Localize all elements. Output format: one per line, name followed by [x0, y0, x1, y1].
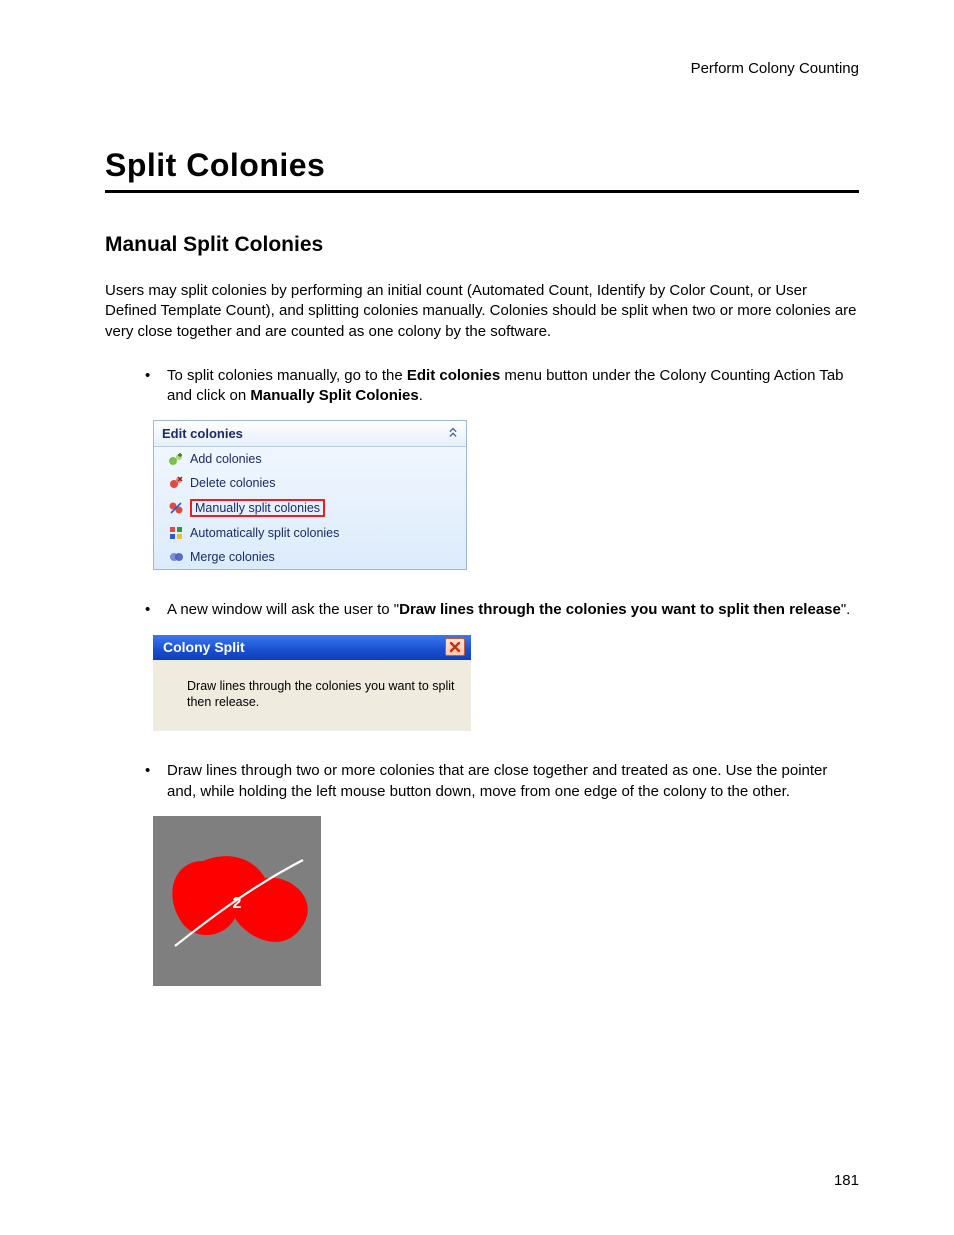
dialog-title-text: Colony Split — [163, 639, 245, 655]
panel-item-delete[interactable]: Delete colonies — [154, 471, 466, 495]
panel-item-manual-split[interactable]: Manually split colonies — [154, 495, 466, 521]
panel-item-label: Merge colonies — [190, 550, 275, 564]
close-icon — [449, 641, 461, 653]
section-heading: Manual Split Colonies — [105, 233, 859, 257]
colony-blob-image: 2 — [153, 816, 321, 986]
page-number: 181 — [834, 1172, 859, 1189]
bullet1-bold-2: Manually Split Colonies — [250, 387, 418, 404]
panel-item-label: Add colonies — [190, 452, 262, 466]
bullet1-bold-1: Edit colonies — [407, 367, 500, 384]
merge-colonies-icon — [168, 549, 184, 565]
bullet2-text-end: ". — [841, 601, 851, 618]
panel-item-label: Automatically split colonies — [190, 526, 339, 540]
bullet-step-3: Draw lines through two or more colonies … — [145, 761, 859, 802]
manual-split-icon — [168, 500, 184, 516]
colony-split-example-figure: 2 — [153, 816, 859, 986]
bullet1-text-pre: To split colonies manually, go to the — [167, 367, 407, 384]
panel-item-merge[interactable]: Merge colonies — [154, 545, 466, 569]
bullet2-text-pre: A new window will ask the user to " — [167, 601, 399, 618]
intro-paragraph: Users may split colonies by performing a… — [105, 281, 859, 342]
dialog-titlebar[interactable]: Colony Split — [153, 635, 471, 660]
colony-split-dialog-figure: Colony Split Draw lines through the colo… — [153, 635, 859, 732]
delete-colonies-icon — [168, 475, 184, 491]
add-colonies-icon — [168, 451, 184, 467]
dialog-body-text: Draw lines through the colonies you want… — [153, 660, 471, 732]
colony-count-label: 2 — [233, 895, 242, 913]
close-button[interactable] — [445, 638, 465, 656]
bullet2-bold: Draw lines through the colonies you want… — [399, 601, 841, 618]
auto-split-icon — [168, 525, 184, 541]
bullet1-text-end: . — [419, 387, 423, 404]
bullet-step-2: A new window will ask the user to "Draw … — [145, 600, 859, 620]
panel-item-add[interactable]: Add colonies — [154, 447, 466, 471]
panel-item-label: Delete colonies — [190, 476, 275, 490]
panel-item-label: Manually split colonies — [190, 499, 325, 517]
panel-title: Edit colonies — [162, 426, 243, 441]
edit-colonies-panel: Edit colonies Add colonies Delete coloni… — [153, 420, 467, 570]
page-title: Split Colonies — [105, 147, 859, 193]
edit-colonies-panel-figure: Edit colonies Add colonies Delete coloni… — [153, 420, 859, 570]
colony-split-dialog: Colony Split Draw lines through the colo… — [153, 635, 471, 732]
running-header: Perform Colony Counting — [105, 60, 859, 77]
bullet-step-1: To split colonies manually, go to the Ed… — [145, 366, 859, 407]
panel-header[interactable]: Edit colonies — [154, 421, 466, 447]
collapse-icon[interactable] — [448, 427, 458, 441]
panel-item-auto-split[interactable]: Automatically split colonies — [154, 521, 466, 545]
